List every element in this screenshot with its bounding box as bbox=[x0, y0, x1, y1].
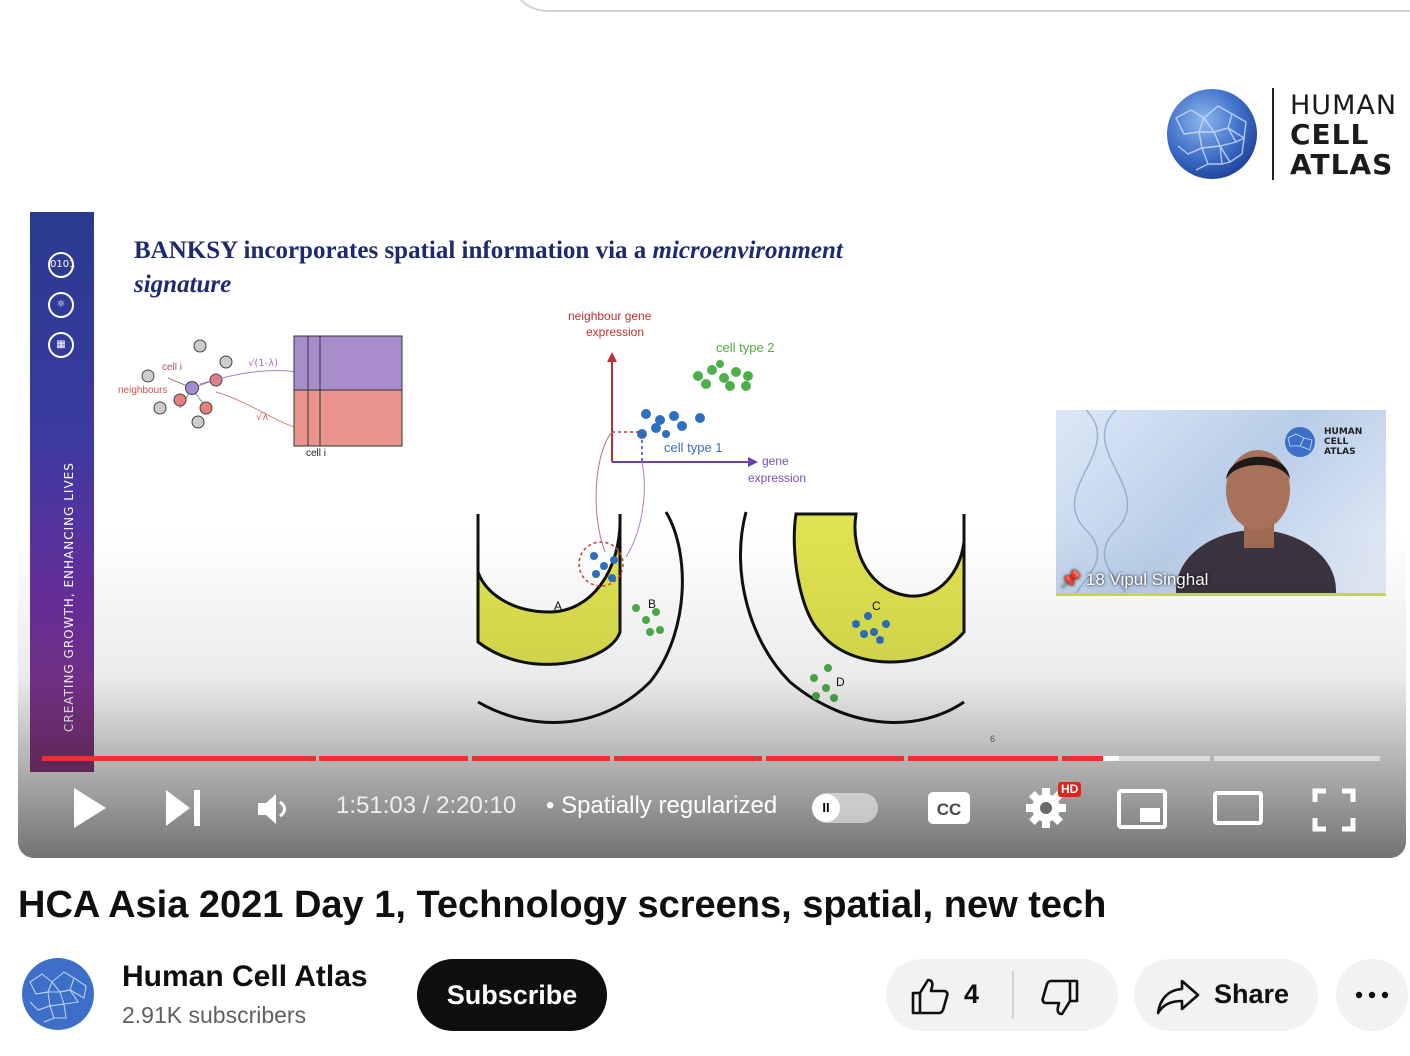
like-button[interactable] bbox=[910, 977, 950, 1020]
chapter-segment[interactable] bbox=[42, 756, 316, 761]
axis-label-x-2: expression bbox=[748, 471, 806, 485]
skip-next-icon bbox=[166, 790, 200, 826]
next-button[interactable] bbox=[164, 788, 204, 828]
label-cell-i: cell i bbox=[162, 362, 182, 373]
label-sqrt-lambda: √λ bbox=[256, 412, 268, 423]
globe-icon bbox=[1167, 89, 1257, 179]
pin-icon: 📌 bbox=[1060, 570, 1086, 589]
current-time: 1:51:03 bbox=[336, 792, 417, 819]
thumbs-down-icon bbox=[1041, 979, 1079, 1016]
webcam-logo-line-2: CELL bbox=[1324, 437, 1349, 447]
fullscreen-icon bbox=[1312, 788, 1356, 832]
autoplay-toggle[interactable]: II bbox=[812, 793, 878, 823]
cc-icon: CC bbox=[928, 792, 970, 824]
chapter-segment[interactable] bbox=[766, 756, 904, 761]
channel-name[interactable]: Human Cell Atlas bbox=[122, 960, 368, 994]
chapter-segment[interactable] bbox=[472, 756, 610, 761]
region-b-label: B bbox=[648, 597, 656, 611]
cell-type-2-cluster bbox=[693, 360, 753, 391]
more-horizontal-icon bbox=[1355, 991, 1389, 999]
channel-avatar[interactable] bbox=[22, 958, 94, 1030]
played-fill bbox=[42, 756, 316, 761]
like-count: 4 bbox=[964, 979, 980, 1009]
played-fill bbox=[766, 756, 904, 761]
dislike-button[interactable] bbox=[1040, 979, 1080, 1022]
banksy-diagram: cell i neighbours √(1-λ) √λ cell i neigh… bbox=[118, 309, 966, 724]
played-fill bbox=[1062, 756, 1104, 761]
chapter-text: Spatially regularized bbox=[561, 792, 778, 819]
chapter-segment[interactable] bbox=[319, 756, 468, 761]
label-cell-type-2: cell type 2 bbox=[716, 340, 775, 355]
more-actions-button[interactable] bbox=[1336, 959, 1408, 1031]
axis-label-x-1: gene bbox=[762, 454, 789, 468]
like-dislike-group: 4 bbox=[886, 959, 1118, 1031]
share-icon bbox=[1156, 979, 1200, 1015]
cells bbox=[141, 339, 233, 429]
label-cell-type-1: cell type 1 bbox=[664, 440, 723, 455]
video-player[interactable]: HUMAN CELL ATLAS 0101 ⚛ ▦ CREATING GROWT… bbox=[18, 30, 1406, 858]
chapter-title[interactable]: • Spatially regularized bbox=[546, 792, 777, 820]
region-d-label: D bbox=[836, 675, 845, 689]
played-fill bbox=[319, 756, 468, 761]
chapter-segment[interactable] bbox=[614, 756, 762, 761]
volume-icon bbox=[258, 794, 286, 824]
play-button[interactable] bbox=[70, 786, 110, 830]
webcam-logo-line-3: ATLAS bbox=[1324, 447, 1356, 457]
tissue-left: A B bbox=[476, 511, 684, 724]
progress-bar[interactable] bbox=[42, 754, 1380, 762]
logo-line-2: CELL bbox=[1290, 118, 1370, 151]
logo-line-3: ATLAS bbox=[1290, 148, 1394, 181]
like-divider bbox=[1012, 971, 1014, 1019]
logo-line-1: HUMAN bbox=[1290, 90, 1398, 121]
mini-globe-icon bbox=[1285, 427, 1315, 457]
autoplay-pause-icon: II bbox=[812, 794, 840, 822]
theater-mode-button[interactable] bbox=[1212, 790, 1264, 826]
region-c-label: C bbox=[872, 599, 881, 613]
played-fill bbox=[614, 756, 762, 761]
chapter-dot: • bbox=[546, 792, 555, 819]
share-label: Share bbox=[1214, 979, 1290, 1009]
chapter-segment[interactable] bbox=[908, 756, 1058, 761]
hca-logo: HUMAN CELL ATLAS bbox=[1166, 88, 1406, 181]
duration: 2:20:10 bbox=[436, 792, 517, 819]
region-a-label: A bbox=[554, 599, 562, 613]
chapter-segment[interactable] bbox=[1062, 756, 1210, 761]
subscriber-count: 2.91K subscribers bbox=[122, 1002, 307, 1028]
speaker-name-text: 18 Vipul Singhal bbox=[1085, 570, 1209, 589]
video-title: HCA Asia 2021 Day 1, Technology screens,… bbox=[18, 884, 1107, 926]
played-fill bbox=[472, 756, 610, 761]
label-sqrt-one-minus-lambda: √(1-λ) bbox=[248, 358, 278, 369]
speaker-name: 📌 18 Vipul Singhal bbox=[1060, 570, 1208, 590]
svg-text:CC: CC bbox=[937, 800, 962, 819]
subscribe-button[interactable]: Subscribe bbox=[417, 959, 607, 1031]
label-neighbours: neighbours bbox=[118, 385, 167, 396]
mute-button[interactable] bbox=[256, 792, 290, 826]
thumbs-up-icon bbox=[911, 978, 949, 1015]
time-separator: / bbox=[416, 792, 437, 819]
time-display: 1:51:03 / 2:20:10 bbox=[336, 792, 516, 820]
cell-type-1-cluster bbox=[637, 409, 705, 439]
slide-page-number: 6 bbox=[990, 734, 996, 744]
search-bar-edge bbox=[508, 0, 1410, 12]
share-button[interactable]: Share bbox=[1134, 959, 1318, 1031]
chapter-segment[interactable] bbox=[1214, 756, 1380, 761]
played-fill bbox=[908, 756, 1058, 761]
miniplayer-icon bbox=[1117, 789, 1167, 829]
miniplayer-button[interactable] bbox=[1116, 788, 1168, 830]
logo-divider bbox=[1272, 88, 1274, 180]
tissue-right: C D bbox=[739, 511, 966, 724]
axis-label-y-2: expression bbox=[586, 325, 644, 339]
fullscreen-button[interactable] bbox=[1312, 788, 1356, 832]
webcam-logo-line-1: HUMAN bbox=[1324, 427, 1363, 437]
hd-badge: HD bbox=[1058, 782, 1082, 797]
axis-label-y-1: neighbour gene bbox=[568, 309, 652, 323]
theater-icon bbox=[1213, 791, 1263, 825]
label-matrix-cell-i: cell i bbox=[306, 448, 326, 459]
presentation-slide: 0101 ⚛ ▦ CREATING GROWTH, ENHANCING LIVE… bbox=[30, 212, 1030, 772]
speaker-webcam: HUMAN CELL ATLAS 📌 18 Vipul Singhal bbox=[1056, 410, 1386, 596]
subtitles-button[interactable]: CC bbox=[926, 790, 972, 826]
play-icon bbox=[74, 788, 106, 828]
webcam-hca-logo: HUMAN CELL ATLAS bbox=[1284, 426, 1384, 466]
